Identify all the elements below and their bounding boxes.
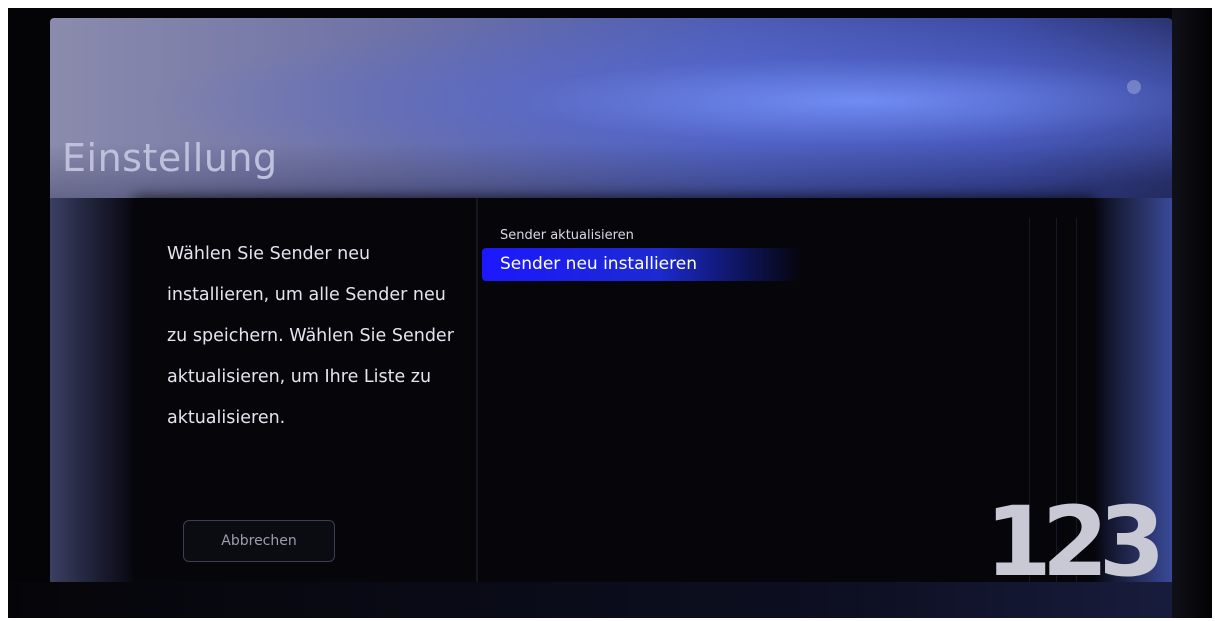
cancel-button[interactable]: Abbrechen <box>183 520 335 562</box>
channel-number: 123 <box>985 486 1165 598</box>
help-description: Wählen Sie Sender neu installieren, um a… <box>167 244 454 428</box>
panel-divider <box>476 198 478 582</box>
tv-screen: Einstellung Wählen Sie Sender neu instal… <box>8 8 1212 618</box>
tv-bezel <box>1172 8 1212 618</box>
bottom-band <box>8 582 1212 618</box>
option-sender-neu-installieren[interactable]: Sender neu installieren <box>482 248 802 281</box>
left-glow <box>50 198 134 588</box>
page-title: Einstellung <box>62 136 278 180</box>
status-dot-icon <box>1127 80 1141 94</box>
option-sender-aktualisieren[interactable]: Sender aktualisieren <box>482 224 802 248</box>
tv-frame: Einstellung Wählen Sie Sender neu instal… <box>0 0 1215 621</box>
option-list: Sender aktualisieren Sender neu installi… <box>482 224 802 281</box>
settings-panel: Wählen Sie Sender neu installieren, um a… <box>134 198 1165 590</box>
